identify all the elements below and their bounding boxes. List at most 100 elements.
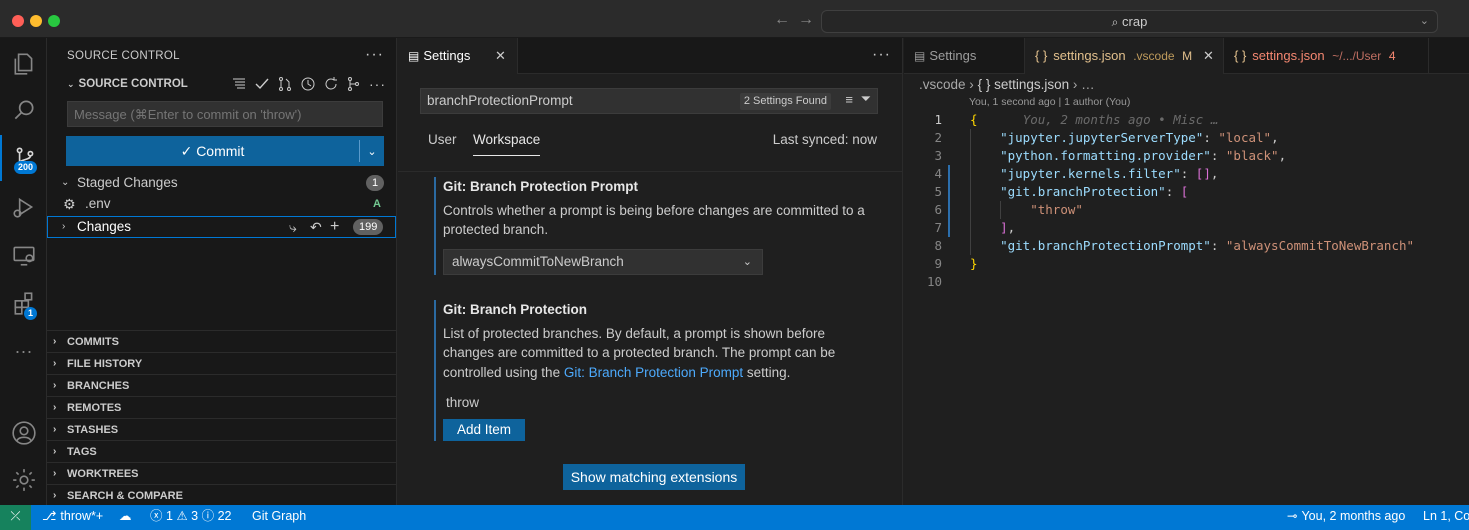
setting-branch-protection: Git: Branch Protection List of protected… [434, 300, 874, 441]
explorer-icon[interactable] [0, 41, 47, 87]
account-icon[interactable] [0, 410, 47, 456]
source-control-icon[interactable]: 200 [0, 135, 47, 181]
code-line: "jupyter.jupyterServerType": "local", [1000, 130, 1279, 145]
json-value: [] [1195, 166, 1211, 181]
section-label: WORKTREES [67, 468, 139, 480]
code-line: "jupyter.kernels.filter": [], [1000, 166, 1219, 181]
file-status-added: A [373, 198, 381, 210]
view-as-tree-icon[interactable] [231, 76, 247, 92]
line-number: 5 [934, 184, 942, 199]
code-line: ], [1000, 220, 1016, 235]
remote-indicator-icon[interactable]: ⤫ [0, 505, 31, 530]
json-key: "jupyter.kernels.filter" [1000, 166, 1181, 181]
section-label: STASHES [67, 424, 119, 436]
cursor-position[interactable]: Ln 1, Co [1423, 505, 1469, 527]
pull-request-icon[interactable] [277, 76, 293, 92]
codelens-blame[interactable]: You, 1 second ago | 1 author (You) [969, 96, 1130, 108]
staged-changes-group[interactable]: ⌄ Staged Changes 1 [47, 172, 396, 194]
inline-blame: You, 2 months ago • Misc … [1022, 112, 1219, 127]
tab-settings[interactable]: ▤ Settings ✕ [398, 38, 518, 74]
close-icon[interactable]: ✕ [495, 38, 506, 74]
section-worktrees[interactable]: › WORKTREES [47, 462, 396, 484]
back-arrow-icon[interactable]: ← [774, 11, 798, 28]
changes-group[interactable]: › Changes ⤷ ↶ + 199 [47, 216, 396, 238]
sync-status: Last synced: now [772, 132, 877, 147]
chevron-down-icon: ⌄ [742, 255, 752, 268]
staged-changes-label: Staged Changes [77, 175, 178, 190]
problems-indicator[interactable]: ⓧ 1 ⚠ 3 ⓘ 22 [150, 505, 231, 527]
settings-search-input[interactable]: branchProtectionPrompt 2 Settings Found … [420, 88, 878, 114]
breadcrumb-item[interactable]: .vscode [919, 77, 966, 92]
chevron-down-icon[interactable]: ⌄ [67, 79, 75, 89]
staged-count-badge: 1 [366, 175, 385, 191]
minimize-window-button[interactable] [30, 15, 42, 27]
chevron-down-icon[interactable]: ⌄ [1420, 11, 1429, 32]
commit-dropdown-chevron-icon[interactable]: ⌄ [360, 145, 384, 158]
section-label: SEARCH & COMPARE [67, 490, 183, 502]
commit-message-input[interactable] [67, 101, 383, 127]
forward-arrow-icon[interactable]: → [798, 11, 822, 28]
breadcrumb-item[interactable]: { } settings.json [978, 77, 1070, 92]
section-remotes[interactable]: › REMOTES [47, 396, 396, 418]
scm-more-actions-icon[interactable]: ··· [369, 76, 386, 92]
chevron-right-icon: › [53, 446, 57, 457]
setting-title: Git: Branch Protection [443, 300, 874, 320]
git-graph-icon[interactable] [346, 76, 362, 92]
staged-file-row[interactable]: ⚙ .env A [47, 193, 396, 215]
git-graph-button[interactable]: Git Graph [252, 505, 306, 527]
open-changes-icon[interactable]: ⤷ [289, 217, 297, 237]
clear-filter-icon[interactable]: ≡ [845, 92, 853, 107]
json-value: "alwaysCommitToNewBranch" [1225, 238, 1415, 253]
branch-indicator[interactable]: ⎇ throw*+ [42, 505, 103, 527]
setting-name: Branch Protection Prompt [470, 179, 639, 194]
tab-settings-ui[interactable]: ▤ Settings [904, 38, 1025, 74]
manage-gear-icon[interactable] [0, 457, 47, 503]
editor-more-actions-icon[interactable]: ··· [872, 46, 891, 64]
stage-all-icon[interactable]: + [330, 217, 339, 237]
json-key: "git.branchProtection" [1000, 184, 1166, 199]
close-icon[interactable]: ✕ [1203, 38, 1214, 74]
code-line: "python.formatting.provider": "black", [1000, 148, 1287, 163]
tab-workspace[interactable]: Workspace [473, 132, 541, 156]
search-icon[interactable] [0, 87, 47, 133]
sidebar-title: SOURCE CONTROL [67, 50, 180, 62]
tab-user[interactable]: User [428, 132, 457, 147]
scm-section-title: ⌄ SOURCE CONTROL [67, 78, 188, 90]
show-matching-extensions-button[interactable]: Show matching extensions [563, 464, 745, 490]
setting-link[interactable]: Git: Branch Protection Prompt [564, 365, 743, 380]
section-tags[interactable]: › TAGS [47, 440, 396, 462]
tab-user-settings-json[interactable]: { } settings.json ~/.../User 4 [1224, 38, 1429, 74]
status-bar: ⤫ ⎇ throw*+ ☁ ⓧ 1 ⚠ 3 ⓘ 22 Git Graph ⊸ You… [0, 505, 1469, 530]
commit-check-icon[interactable] [254, 76, 270, 92]
more-actions-icon[interactable]: ··· [365, 46, 384, 64]
close-window-button[interactable] [12, 15, 24, 27]
section-label: FILE HISTORY [67, 358, 143, 370]
branch-protection-prompt-select[interactable]: alwaysCommitToNewBranch ⌄ [443, 248, 763, 275]
remote-explorer-icon[interactable] [0, 232, 47, 278]
add-item-button[interactable]: Add Item [443, 418, 526, 441]
more-icon[interactable]: ··· [0, 328, 47, 374]
section-search-compare[interactable]: › SEARCH & COMPARE [47, 484, 396, 506]
select-value: alwaysCommitToNewBranch [452, 253, 624, 269]
command-center[interactable]: ⌕ crap ⌄ [821, 10, 1438, 33]
tab-description: .vscode [1133, 49, 1175, 63]
filter-icon[interactable]: ⏷ [861, 91, 871, 107]
git-blame-status[interactable]: ⊸ You, 2 months ago [1287, 505, 1405, 527]
discard-all-icon[interactable]: ↶ [310, 217, 322, 237]
section-commits[interactable]: › COMMITS [47, 330, 396, 352]
commit-button[interactable]: ✓ Commit ⌄ [66, 136, 384, 166]
search-value: branchProtectionPrompt [427, 93, 573, 108]
maximize-window-button[interactable] [48, 15, 60, 27]
list-item[interactable]: throw [443, 393, 874, 413]
section-branches[interactable]: › BRANCHES [47, 374, 396, 396]
run-debug-icon[interactable] [0, 184, 47, 230]
tab-workspace-settings-json[interactable]: { } settings.json .vscode M ✕ [1025, 38, 1224, 74]
extensions-icon[interactable]: 1 [0, 280, 47, 326]
sync-icon[interactable]: ☁ [119, 505, 132, 527]
json-editor-group: ▤ Settings { } settings.json .vscode M ✕ {… [904, 38, 1469, 505]
refresh-icon[interactable] [323, 76, 339, 92]
section-file-history[interactable]: › FILE HISTORY [47, 352, 396, 374]
history-icon[interactable] [300, 76, 316, 92]
breadcrumb-item[interactable]: … [1081, 77, 1095, 92]
section-stashes[interactable]: › STASHES [47, 418, 396, 440]
